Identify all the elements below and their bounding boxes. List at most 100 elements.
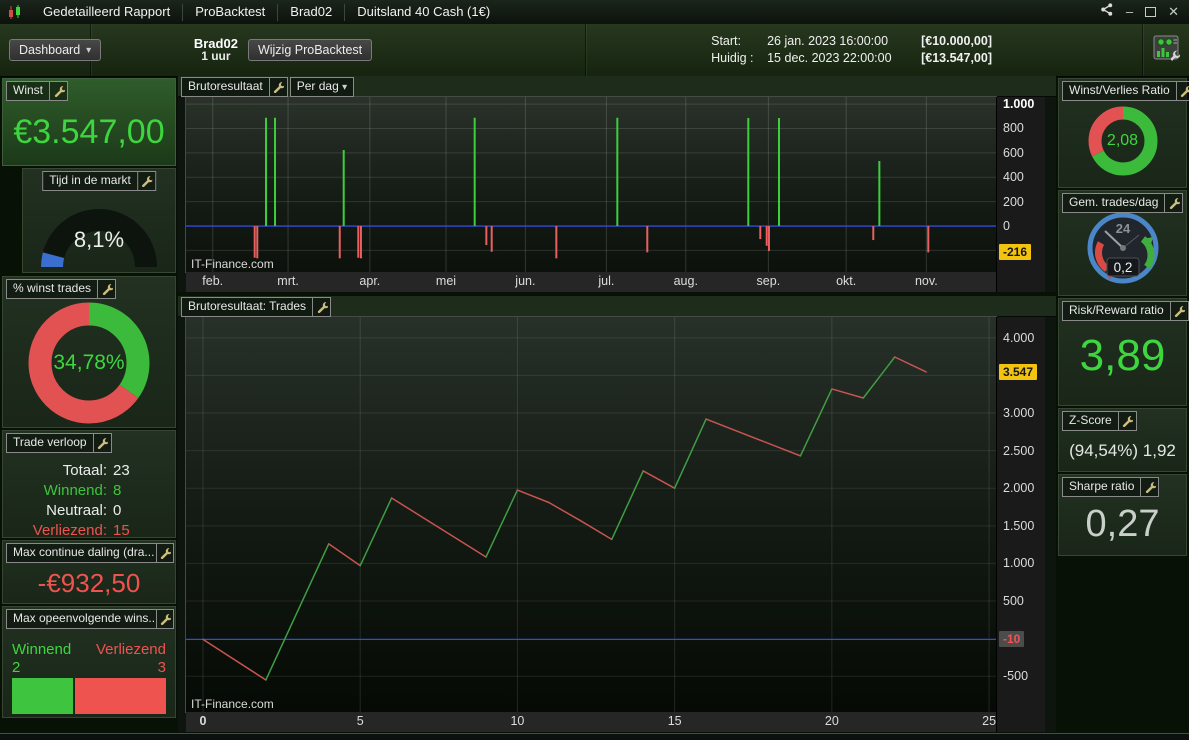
- wrench-icon[interactable]: [136, 172, 155, 190]
- trades-result-module: Brutoresultaat: Trades IT-Finance.com 0 5…: [178, 296, 1056, 732]
- verloop-row: Totaal: 23: [62, 462, 130, 479]
- start-label: Start:: [711, 34, 741, 48]
- share-icon[interactable]: [1099, 2, 1114, 22]
- wrench-icon[interactable]: [1117, 412, 1136, 430]
- panel-winst-title: Winst: [13, 83, 43, 97]
- titlebar: Gedetailleerd Rapport ProBacktest Brad02…: [0, 0, 1189, 25]
- panel-pct-winst-trades: % winst trades 34,78%: [2, 276, 176, 428]
- y-tick-label: 600: [1003, 145, 1024, 160]
- x-tick-label: aug.: [673, 274, 698, 288]
- system-timeframe: 1 uur: [201, 49, 231, 63]
- svg-text:0,2: 0,2: [1114, 260, 1133, 275]
- tab-brad02[interactable]: Brad02: [278, 0, 344, 24]
- y-tick-label: 4.000: [1003, 330, 1035, 345]
- panel-winst: Winst €3.547,00: [2, 78, 176, 166]
- sharpe-value: 0,27: [1085, 503, 1160, 545]
- verloop-row: Winnend: 8: [43, 482, 122, 499]
- daily-result-chart[interactable]: IT-Finance.com: [186, 97, 996, 272]
- risk-reward-value: 3,89: [1079, 331, 1166, 380]
- panel-sharpe-title: Sharpe ratio: [1069, 479, 1135, 493]
- x-tick-label: apr.: [359, 274, 381, 288]
- x-tick-label: feb.: [202, 274, 224, 288]
- x-tick-label: nov.: [914, 274, 938, 288]
- panel-rr-title: Risk/Reward ratio: [1069, 303, 1164, 317]
- start-datetime: 26 jan. 2023 16:00:00: [767, 34, 889, 48]
- tab-probacktest[interactable]: ProBacktest: [183, 0, 277, 24]
- wrench-icon[interactable]: [268, 78, 287, 96]
- z-score-value: (94,54%) 1,92: [1069, 441, 1176, 460]
- consecutive-win-bar: [12, 678, 73, 714]
- wrench-icon[interactable]: [97, 280, 115, 298]
- verloop-row: Neutraal: 0: [46, 502, 122, 519]
- panel-z-title: Z-Score: [1069, 413, 1112, 427]
- x-tick-label: 5: [356, 714, 364, 728]
- dashboard-dropdown[interactable]: Dashboard ▾: [9, 39, 102, 61]
- opeen-loss-label: Verliezend: [95, 641, 166, 658]
- x-tick-label: jun.: [515, 274, 536, 288]
- report-settings-icon[interactable]: [1153, 34, 1181, 66]
- last-value-badge: 3.547: [999, 363, 1038, 380]
- y-tick-label: 500: [1003, 594, 1024, 608]
- current-datetime: 15 dec. 2023 22:00:00: [767, 51, 892, 65]
- daily-result-module: Brutoresultaat Per dag ▾ IT-Finance.com …: [178, 76, 1056, 292]
- panel-gem-trades-dag: Gem. trades/dag 24 0,2: [1058, 190, 1187, 296]
- current-label: Huidig :: [711, 51, 754, 65]
- panel-max-daling: Max continue daling (dra... -€932,50: [2, 540, 176, 604]
- minimize-icon[interactable]: –: [1126, 0, 1133, 24]
- wrench-icon[interactable]: [1175, 82, 1189, 100]
- caret-down-icon: ▾: [342, 82, 348, 93]
- tab-gedetailleerd-rapport[interactable]: Gedetailleerd Rapport: [31, 0, 182, 24]
- x-tick-label: mei: [435, 274, 457, 288]
- y-tick-label: 2.500: [1003, 443, 1035, 458]
- tab-instrument[interactable]: Duitsland 40 Cash (1€): [345, 0, 502, 24]
- candlestick-chart-icon: [7, 4, 23, 20]
- trades-equity-chart[interactable]: IT-Finance.com: [186, 317, 996, 712]
- panel-wv-title: Winst/Verlies Ratio: [1069, 83, 1170, 97]
- opeen-win-label: Winnend: [12, 641, 72, 658]
- trades-chart-y-axis: 4.000 3.000 2.500 2.000 1.500 1.000 500 -500 3.5…: [996, 317, 1045, 732]
- close-icon[interactable]: ✕: [1168, 0, 1179, 24]
- daily-chart-title: Brutoresultaat: [188, 79, 263, 93]
- y-tick-label: 0: [1003, 219, 1010, 234]
- winst-value: €3.547,00: [13, 113, 165, 151]
- x-tick-label: jul.: [598, 274, 615, 288]
- y-tick-label: -500: [1003, 669, 1029, 684]
- x-tick-label: 20: [824, 714, 839, 728]
- y-tick-label: 1.500: [1003, 518, 1035, 533]
- current-amount: [€13.547,00]: [921, 51, 992, 65]
- panel-daling-title: Max continue daling (dra...: [13, 545, 155, 559]
- maximize-icon[interactable]: [1145, 7, 1157, 17]
- panel-opeen-title: Max opeenvolgende wins...: [13, 611, 156, 625]
- wrench-icon[interactable]: [1169, 302, 1188, 320]
- wrench-icon[interactable]: [92, 434, 111, 452]
- max-daling-value: -€932,50: [37, 568, 141, 598]
- opeen-win-value: 2: [12, 659, 21, 676]
- panel-risk-reward: Risk/Reward ratio 3,89: [1058, 298, 1189, 406]
- start-amount: [€10.000,00]: [921, 34, 992, 48]
- y-tick-label: 200: [1003, 194, 1024, 209]
- wrench-icon[interactable]: [1164, 194, 1182, 212]
- wrench-icon[interactable]: [1140, 478, 1158, 496]
- wv-ratio-value: 2,08: [1106, 132, 1139, 149]
- x-tick-label: okt.: [836, 274, 857, 288]
- panel-gem-title: Gem. trades/dag: [1069, 195, 1159, 209]
- pct-winst-value: 34,78%: [53, 351, 125, 374]
- wrench-icon[interactable]: [155, 610, 173, 628]
- y-tick-label: 1.000: [1003, 556, 1035, 571]
- x-tick-label: sep.: [756, 274, 781, 288]
- wrench-icon[interactable]: [155, 544, 173, 562]
- panel-max-opeenvolgend: Max opeenvolgende wins... Winnend Verlie…: [2, 606, 176, 718]
- x-tick-label: 15: [667, 714, 682, 728]
- trade-verloop-rows: Totaal: 23 Winnend: 8 Neutraal: 0 Verliezend: 1…: [3, 461, 161, 541]
- per-dag-dropdown[interactable]: Per dag ▾: [289, 77, 355, 97]
- consecutive-loss-bar: [74, 678, 166, 714]
- verloop-row: Verliezend: 15: [32, 522, 130, 539]
- last-value-badge: -10: [999, 631, 1025, 648]
- window-bottom-edge: [0, 733, 1189, 740]
- wrench-icon[interactable]: [312, 298, 330, 316]
- wrench-icon[interactable]: [49, 82, 67, 100]
- wijzig-probacktest-button[interactable]: Wijzig ProBacktest: [247, 39, 373, 61]
- app-window: Gedetailleerd Rapport ProBacktest Brad02…: [0, 0, 1189, 740]
- y-tick-label: 400: [1003, 170, 1024, 185]
- trades-chart-x-axis: 0 5 10 15 20 25: [186, 712, 996, 732]
